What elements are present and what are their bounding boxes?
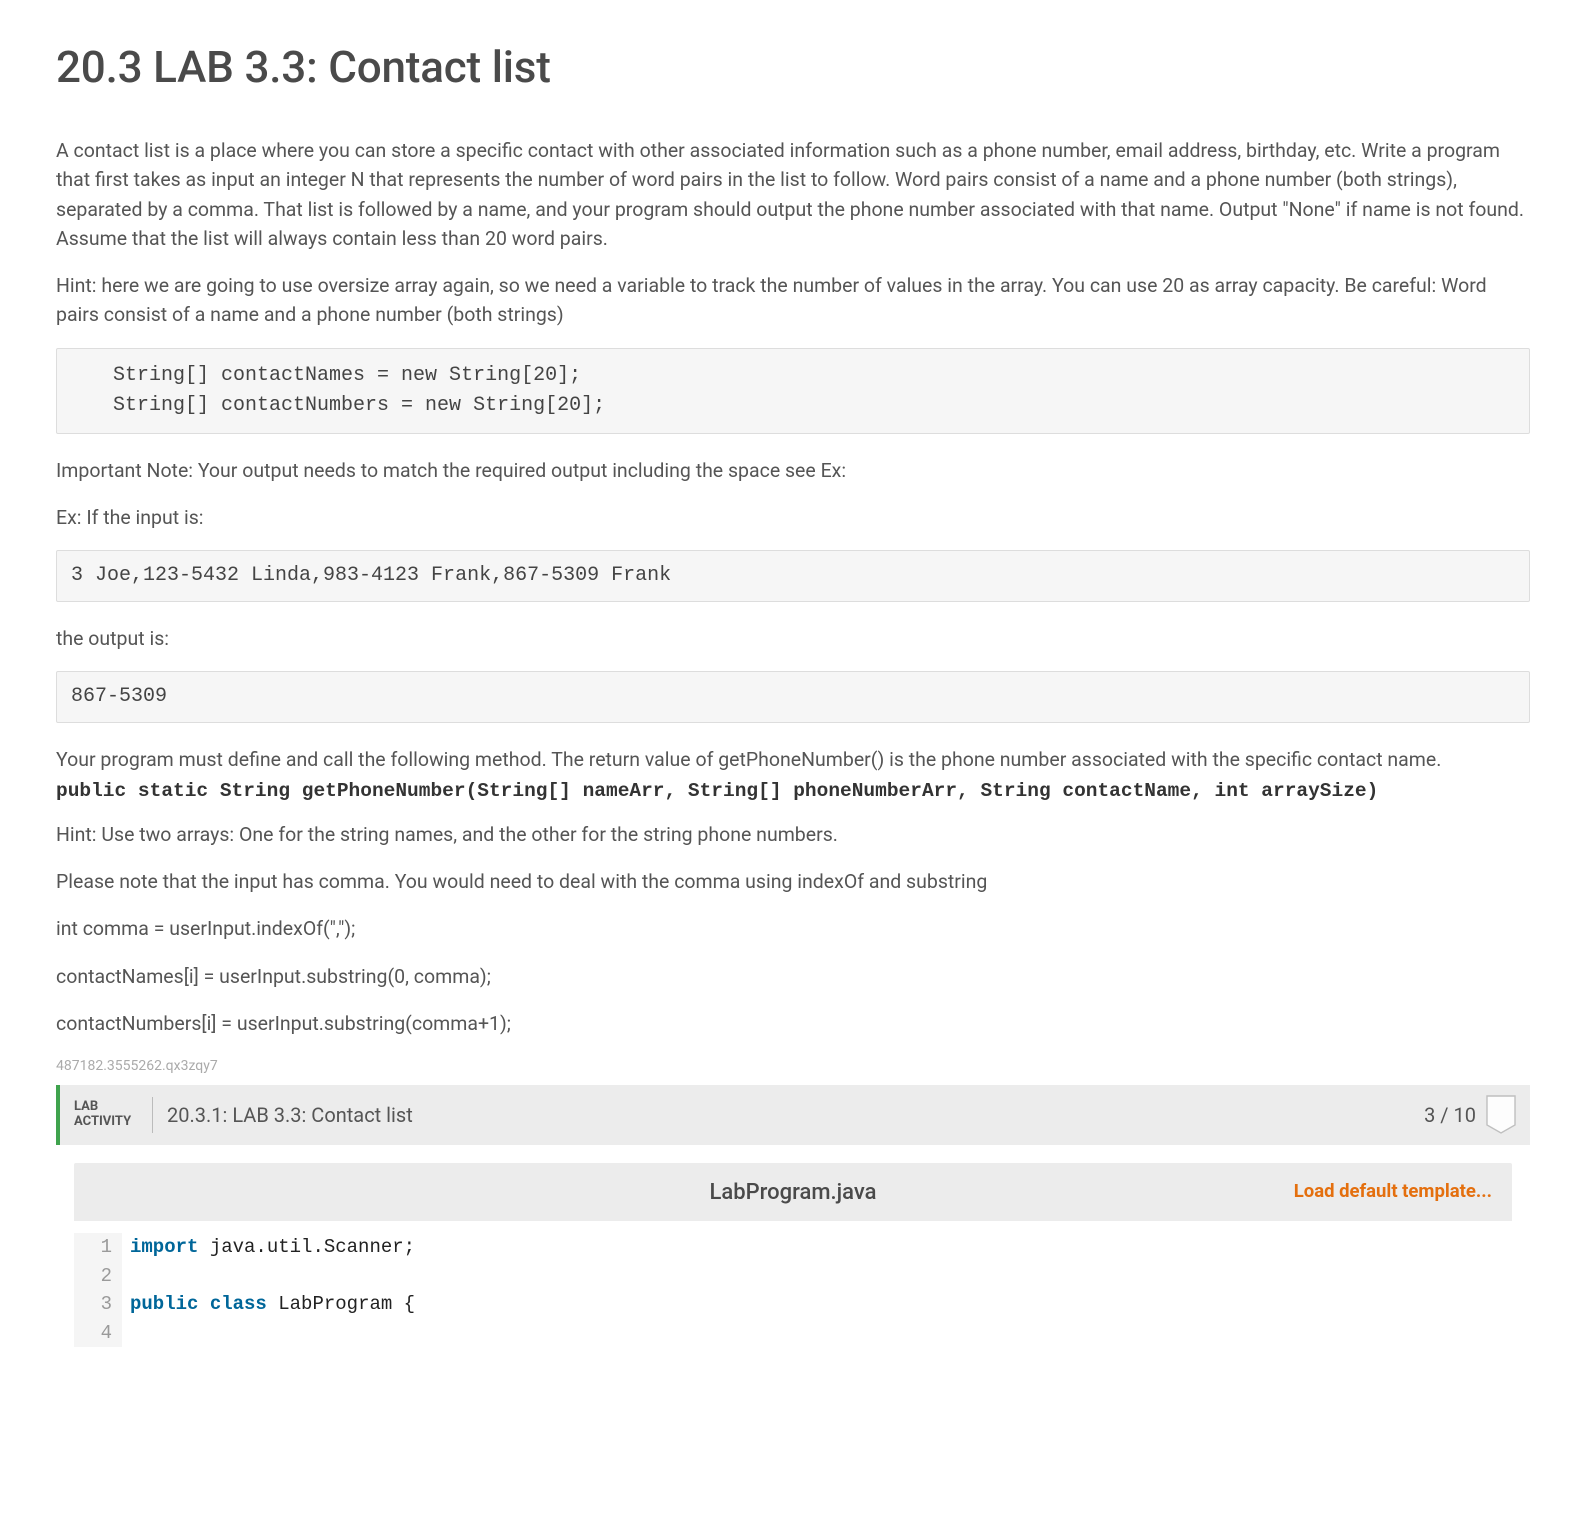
page-title: 20.3 LAB 3.3: Contact list: [56, 34, 1530, 100]
code-line: 3public class LabProgram {: [74, 1290, 1512, 1319]
lab-activity-header: LAB ACTIVITY 20.3.1: LAB 3.3: Contact li…: [56, 1085, 1530, 1145]
example-output-code: 867-5309: [56, 671, 1530, 723]
note-comma: Please note that the input has comma. Yo…: [56, 867, 1530, 896]
method-signature: public static String getPhoneNumber(Stri…: [56, 780, 1378, 802]
lab-score: 3 / 10: [1424, 1100, 1476, 1130]
code-snip-3: contactNumbers[i] = userInput.substring(…: [56, 1009, 1530, 1038]
divider: [152, 1097, 153, 1133]
code-text: import java.util.Scanner;: [122, 1233, 415, 1262]
line-number: 2: [74, 1262, 122, 1291]
code-editor[interactable]: 1import java.util.Scanner;23public class…: [74, 1221, 1512, 1347]
code-snip-1: int comma = userInput.indexOf(",");: [56, 914, 1530, 943]
line-number: 1: [74, 1233, 122, 1262]
intro-paragraph: A contact list is a place where you can …: [56, 136, 1530, 253]
example-input-code: 3 Joe,123-5432 Linda,983-4123 Frank,867-…: [56, 550, 1530, 602]
load-default-template-link[interactable]: Load default template...: [1294, 1178, 1492, 1206]
lab-title: 20.3.1: LAB 3.3: Contact list: [167, 1100, 1424, 1130]
code-text: [122, 1262, 130, 1291]
editor-header: LabProgram.java Load default template...: [74, 1163, 1512, 1221]
line-number: 3: [74, 1290, 122, 1319]
code-text: public class LabProgram {: [122, 1290, 415, 1319]
code-editor-panel: LabProgram.java Load default template...…: [56, 1145, 1530, 1347]
code-line: 2: [74, 1262, 1512, 1291]
line-number: 4: [74, 1319, 122, 1348]
lab-tag: LAB ACTIVITY: [74, 1100, 144, 1130]
bookmark-badge-icon: [1486, 1095, 1516, 1135]
code-snip-2: contactNames[i] = userInput.substring(0,…: [56, 962, 1530, 991]
output-label: the output is:: [56, 624, 1530, 653]
method-desc: Your program must define and call the fo…: [56, 748, 1441, 771]
important-note: Important Note: Your output needs to mat…: [56, 456, 1530, 485]
hint-two-arrays: Hint: Use two arrays: One for the string…: [56, 820, 1530, 849]
hint-bold: Hint: here we are going to use oversize …: [56, 271, 1530, 330]
code-text: [122, 1319, 130, 1348]
code-line: 1import java.util.Scanner;: [74, 1233, 1512, 1262]
code-array-decl: String[] contactNames = new String[20]; …: [56, 348, 1530, 434]
method-desc-block: Your program must define and call the fo…: [56, 745, 1530, 806]
code-line: 4: [74, 1319, 1512, 1348]
content-id: 487182.3555262.qx3zqy7: [56, 1056, 1530, 1077]
example-input-label: Ex: If the input is:: [56, 503, 1530, 532]
